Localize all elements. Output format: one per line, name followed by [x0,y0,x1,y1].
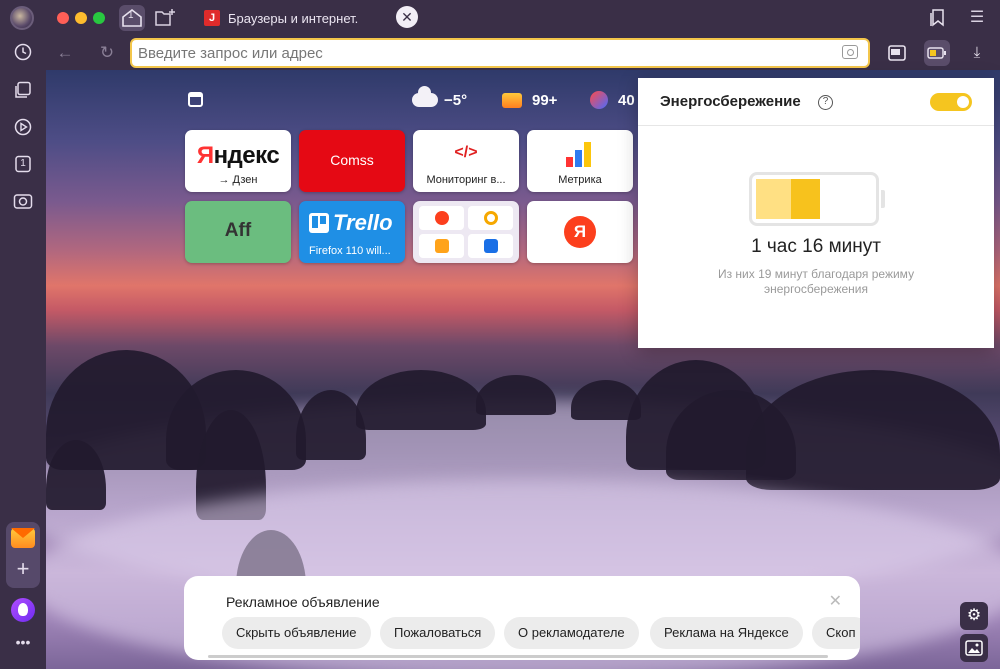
plus-score: 40 [618,91,635,109]
tile-label: Trello [333,210,393,235]
close-window-button[interactable] [57,12,69,24]
left-sidebar: 1 + ••• [0,36,46,669]
downloads-icon[interactable]: ⤓ [964,40,990,66]
mail-icon [502,92,522,108]
saving-note: Из них 19 минут благодаря режиму энергос… [717,267,915,296]
reload-icon[interactable]: ↻ [94,40,120,66]
add-app-icon[interactable]: + [6,556,40,582]
popup-header: Энергосбережение ? [638,78,994,126]
ad-title: Рекламное объявление [226,594,380,610]
new-tab-button[interactable] [152,5,178,31]
remaining-time: 1 час 16 минут [751,236,881,257]
folder-plus-icon [155,9,175,26]
tile-caption: Firefox 110 will... [309,245,391,257]
camera-search-icon[interactable] [842,45,858,59]
ad-scrollbar[interactable] [208,655,828,658]
tile-comss[interactable]: Comss [299,130,405,192]
plus-widget[interactable]: 40 [590,90,635,110]
popup-title: Энергосбережение [660,93,801,110]
tab-favicon-icon: J [204,10,220,26]
tile-metrika[interactable]: Метрика [527,130,633,192]
battery-charge-fill [756,179,791,219]
close-tab-icon[interactable]: ✕ [396,6,418,28]
plus-badge-icon [590,91,608,109]
mail-widget[interactable]: 99+ [502,90,557,110]
back-arrow-icon[interactable]: ← [52,40,78,66]
tabs-counter-icon[interactable]: 1 [11,152,35,176]
battery-saver-button[interactable] [924,40,950,66]
title-bar: 1 J Браузеры и интернет. С ✕ ☰ [0,0,1000,36]
tab-title: Браузеры и интернет. С [228,10,358,26]
picture-in-picture-icon[interactable] [884,40,910,66]
tile-caption: Мониторинг в... [426,174,506,186]
screenshot-icon[interactable] [11,189,35,213]
yandex-circle-icon: Я [564,216,596,248]
yandex-ads-button[interactable]: Реклама на Яндексе [650,617,803,649]
minimize-window-button[interactable] [75,12,87,24]
tile-aff[interactable]: Aff [185,201,291,263]
battery-saving-fill [791,179,820,219]
more-chip-button[interactable]: Скоп [812,617,860,649]
sidebar-tabs-count: 1 [20,158,26,169]
profile-avatar[interactable] [10,6,34,30]
group-mini-tile-music [468,206,513,230]
ad-panel: Рекламное объявление ✕ Скрыть объявление… [184,576,860,660]
code-icon: </> [454,144,478,161]
alice-assistant-icon[interactable] [11,598,35,622]
help-icon[interactable]: ? [818,95,833,110]
address-input[interactable] [132,40,822,66]
tab-browsers[interactable]: J Браузеры и интернет. С [198,4,358,32]
advertiser-info-button[interactable]: О рекламодателе [504,617,639,649]
weather-widget[interactable]: −5° [412,86,468,110]
layout-icon[interactable] [188,92,203,107]
trello-icon [309,213,329,233]
tab-count: 1 [128,10,134,21]
temperature: −5° [444,91,468,109]
menu-icon[interactable]: ☰ [964,5,990,31]
mail-count: 99+ [532,91,558,109]
tile-label: Aff [224,220,252,241]
tile-monitoring[interactable]: </> Мониторинг в... [413,130,519,192]
collections-icon[interactable] [11,78,35,102]
address-bar-row: ← ↻ ⤓ [46,36,1000,70]
tile-group[interactable] [413,201,519,263]
group-mini-tile-disk [468,234,513,258]
tile-label: Comss [330,152,374,168]
history-icon[interactable] [11,40,35,64]
gallery-image-icon[interactable] [960,634,988,662]
tile-yandex[interactable]: Яндекс → Дзен [185,130,291,192]
omnibox[interactable] [130,38,870,68]
video-play-icon[interactable] [11,115,35,139]
yandex-logo: Яндекс [196,142,280,169]
tile-yandex-logo[interactable]: Я [527,201,633,263]
metrika-chart-icon [566,142,591,167]
cloud-icon [412,86,438,107]
tile-trello[interactable]: Trello Firefox 110 will... [299,201,405,263]
tile-caption: Метрика [558,174,602,186]
maximize-window-button[interactable] [93,12,105,24]
bookmarks-icon[interactable] [924,5,950,31]
energy-saver-popup: Энергосбережение ? 1 час 16 минут Из них… [638,78,994,348]
report-ad-button[interactable]: Пожаловаться [380,617,496,649]
close-icon[interactable]: ✕ [829,591,842,611]
group-mini-tile-yandex [419,206,464,230]
battery-icon [927,47,946,59]
home-tab-button[interactable]: 1 [119,5,145,31]
hide-ad-button[interactable]: Скрыть объявление [222,617,371,649]
mail-icon[interactable] [11,528,35,548]
sidebar-apps-card: + [6,522,40,588]
battery-illustration [749,172,885,226]
energy-saver-toggle[interactable] [930,93,972,111]
group-mini-tile-mail [419,234,464,258]
settings-gear-icon[interactable]: ⚙ [960,602,988,630]
more-icon[interactable]: ••• [10,634,36,650]
tile-caption: → Дзен [218,174,258,186]
